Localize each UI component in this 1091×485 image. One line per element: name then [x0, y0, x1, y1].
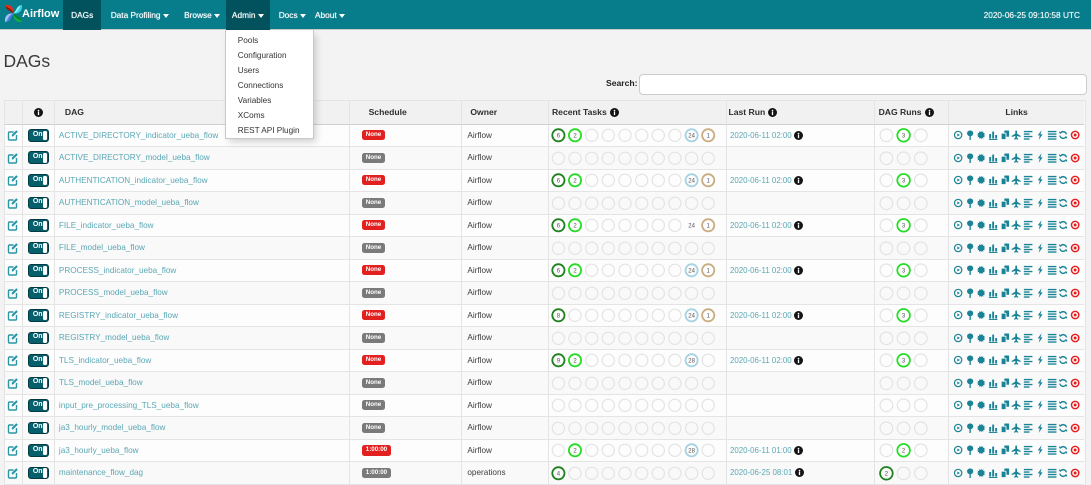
- svg-text:2: 2: [573, 449, 577, 455]
- svg-text:1: 1: [706, 179, 710, 185]
- svg-text:2: 2: [573, 179, 577, 185]
- svg-text:1: 1: [706, 269, 710, 275]
- svg-text:24: 24: [688, 314, 695, 320]
- svg-text:1: 1: [706, 314, 710, 320]
- svg-text:3: 3: [901, 179, 905, 185]
- svg-text:3: 3: [901, 314, 905, 320]
- svg-text:28: 28: [688, 359, 695, 365]
- svg-text:6: 6: [557, 134, 561, 140]
- svg-text:6: 6: [557, 179, 561, 185]
- svg-text:1: 1: [706, 134, 710, 140]
- svg-text:6: 6: [557, 269, 561, 275]
- svg-text:3: 3: [901, 269, 905, 275]
- svg-text:2: 2: [884, 471, 888, 477]
- svg-text:1: 1: [706, 224, 710, 230]
- svg-text:3: 3: [901, 359, 905, 365]
- svg-text:4: 4: [557, 471, 561, 477]
- svg-text:2: 2: [901, 449, 905, 455]
- svg-text:8: 8: [557, 314, 561, 320]
- svg-text:9: 9: [557, 359, 561, 365]
- svg-text:2: 2: [573, 269, 577, 275]
- svg-text:2: 2: [573, 134, 577, 140]
- svg-text:2: 2: [573, 359, 577, 365]
- svg-text:28: 28: [688, 449, 695, 455]
- svg-text:24: 24: [688, 179, 695, 185]
- svg-text:3: 3: [901, 134, 905, 140]
- svg-text:24: 24: [688, 224, 695, 230]
- svg-text:6: 6: [557, 224, 561, 230]
- svg-text:2: 2: [573, 224, 577, 230]
- svg-text:24: 24: [688, 134, 695, 140]
- svg-text:3: 3: [901, 224, 905, 230]
- svg-text:24: 24: [688, 269, 695, 275]
